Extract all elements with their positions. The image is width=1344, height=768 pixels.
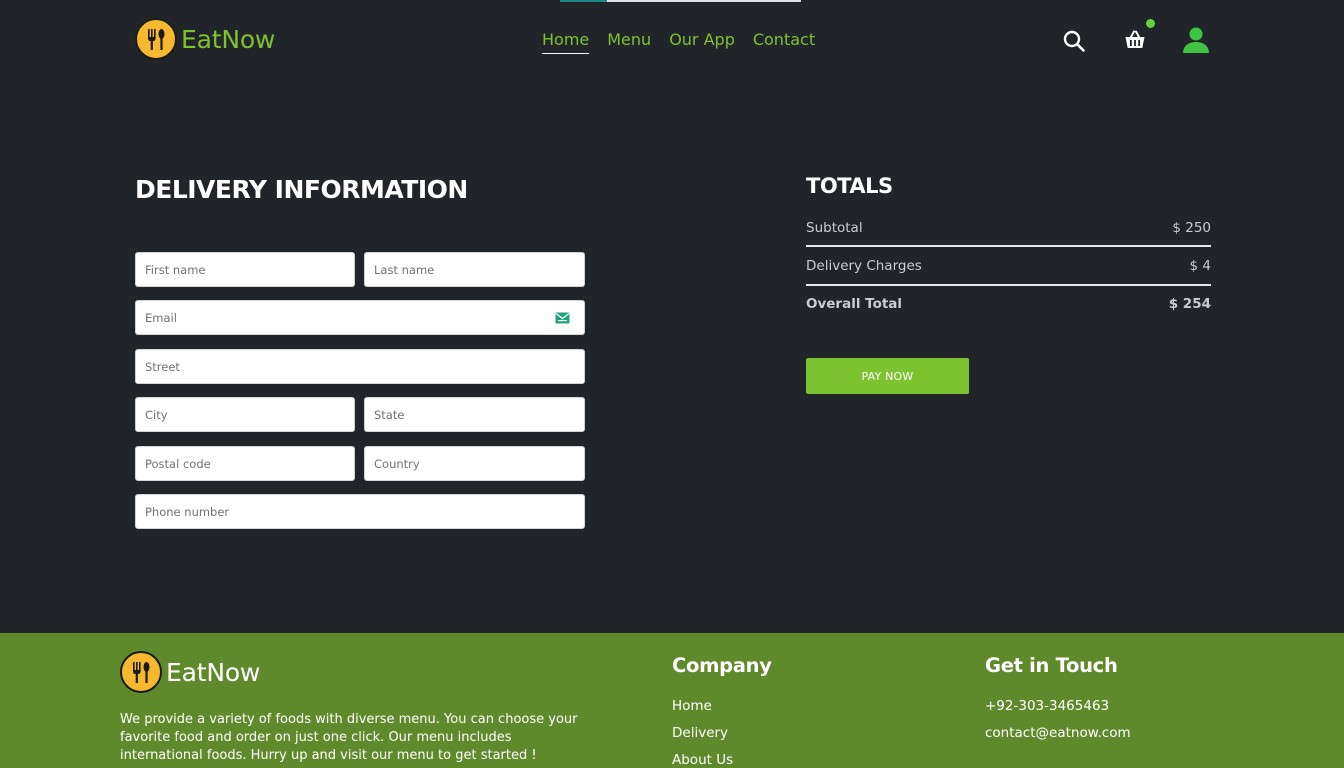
footer-link-home[interactable]: Home	[672, 698, 712, 714]
search-button[interactable]	[1061, 28, 1087, 54]
basket-icon	[1125, 30, 1145, 48]
street-input[interactable]	[136, 350, 584, 383]
totals-title: TOTALS	[806, 174, 893, 198]
brand-name: EatNow	[181, 24, 276, 54]
main-nav: Home Menu Our App Contact	[542, 30, 815, 54]
footer-brand-name: EatNow	[166, 657, 261, 687]
last-name-input[interactable]	[365, 253, 584, 286]
nav-menu[interactable]: Menu	[607, 30, 651, 54]
totals-divider	[806, 245, 1211, 247]
header-logo[interactable]: EatNow	[135, 18, 275, 60]
mail-autofill-icon[interactable]	[555, 312, 570, 324]
state-input[interactable]	[365, 398, 584, 431]
phone-field[interactable]	[135, 494, 585, 529]
cart-button[interactable]	[1121, 26, 1149, 54]
postal-code-field[interactable]	[135, 446, 355, 481]
delivery-charges-value: $ 4	[1189, 258, 1211, 274]
footer: EatNow We provide a variety of foods wit…	[0, 633, 1344, 768]
subtotal-value: $ 250	[1172, 220, 1211, 236]
country-input[interactable]	[365, 447, 584, 480]
last-name-field[interactable]	[364, 252, 585, 287]
city-input[interactable]	[136, 398, 354, 431]
first-name-field[interactable]	[135, 252, 355, 287]
contact-phone: +92-303-3465463	[985, 698, 1110, 714]
footer-link-delivery[interactable]: Delivery	[672, 725, 728, 741]
overall-total-row: Overall Total $ 254	[806, 296, 1211, 312]
user-icon	[1183, 27, 1209, 53]
fork-spoon-icon	[135, 18, 177, 60]
delivery-charges-label: Delivery Charges	[806, 258, 922, 274]
city-field[interactable]	[135, 397, 355, 432]
nav-contact[interactable]: Contact	[753, 30, 815, 54]
overall-total-value: $ 254	[1168, 296, 1211, 312]
delivery-charges-row: Delivery Charges $ 4	[806, 258, 1211, 274]
subtotal-row: Subtotal $ 250	[806, 220, 1211, 236]
pay-now-button[interactable]: PAY NOW	[806, 358, 969, 394]
footer-logo[interactable]: EatNow	[120, 651, 260, 693]
country-field[interactable]	[364, 446, 585, 481]
fork-spoon-icon	[120, 651, 162, 693]
footer-description: We provide a variety of foods with diver…	[120, 712, 578, 763]
postal-code-input[interactable]	[136, 447, 354, 480]
top-progress-fill	[560, 0, 607, 2]
delivery-title: DELIVERY INFORMATION	[135, 175, 468, 204]
first-name-input[interactable]	[136, 253, 354, 286]
nav-home[interactable]: Home	[542, 30, 590, 54]
state-field[interactable]	[364, 397, 585, 432]
email-field[interactable]	[135, 300, 585, 335]
nav-our-app[interactable]: Our App	[669, 30, 735, 54]
profile-button[interactable]	[1181, 25, 1211, 55]
search-icon	[1063, 30, 1085, 52]
subtotal-label: Subtotal	[806, 220, 863, 236]
totals-divider	[806, 284, 1211, 286]
get-in-touch-heading: Get in Touch	[985, 654, 1118, 677]
footer-link-about-us[interactable]: About Us	[672, 752, 733, 768]
contact-email[interactable]: contact@eatnow.com	[985, 725, 1131, 741]
top-progress-strip	[560, 0, 801, 2]
overall-total-label: Overall Total	[806, 296, 903, 312]
company-heading: Company	[672, 654, 772, 677]
street-field[interactable]	[135, 349, 585, 384]
cart-indicator-dot	[1146, 19, 1155, 28]
phone-input[interactable]	[136, 495, 584, 528]
email-input[interactable]	[136, 301, 584, 334]
